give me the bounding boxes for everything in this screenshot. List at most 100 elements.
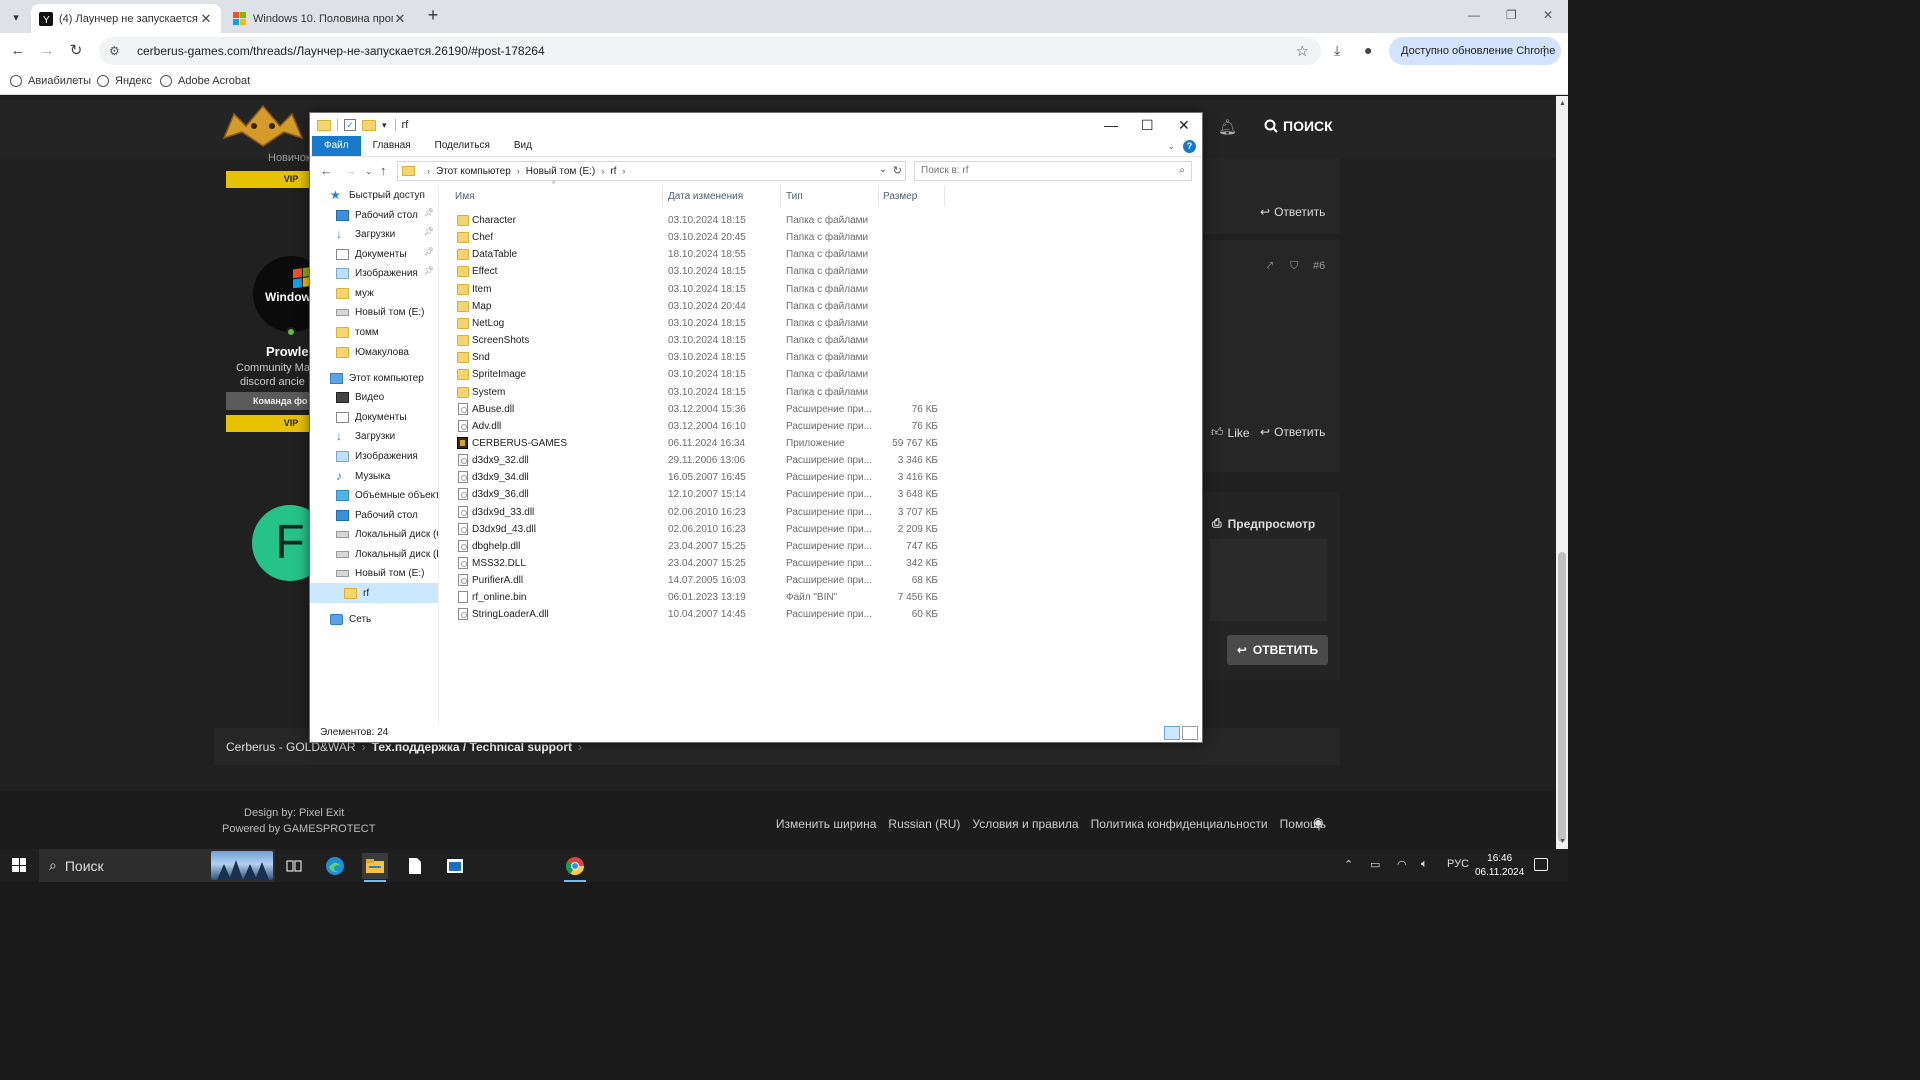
nav-item[interactable]: Документы 📌︎ — [310, 244, 438, 264]
file-row[interactable]: PurifierA.dll 14.07.2005 16:03 Расширение … — [446, 572, 946, 589]
edge-icon[interactable] — [322, 853, 348, 879]
file-row[interactable]: Effect 03.10.2024 18:15 Папка с файлами — [446, 263, 946, 280]
username[interactable]: Prowle — [266, 344, 309, 359]
refresh-icon[interactable]: ↻ — [893, 164, 902, 177]
tab-search-button[interactable]: ▾ — [5, 6, 27, 28]
file-row[interactable]: dbghelp.dll 23.04.2007 15:25 Расширение пр… — [446, 538, 946, 555]
new-tab-button[interactable]: + — [424, 6, 442, 25]
bell-icon[interactable]: 🔔︎ — [1218, 118, 1237, 136]
reply-link[interactable]: ↩ Ответить — [1260, 205, 1325, 219]
nav-item[interactable]: Новый том (E:) — [310, 302, 438, 322]
file-row[interactable]: CERBERUS-GAMES 06.11.2024 16:34 Приложение… — [446, 435, 946, 452]
file-row[interactable]: d3dx9_36.dll 12.10.2007 15:14 Расширение п… — [446, 486, 946, 503]
back-button[interactable]: ← — [8, 41, 28, 61]
nav-item[interactable]: ↓ Загрузки 📌︎ — [310, 224, 438, 244]
nav-item[interactable]: ♪ Музыка — [310, 466, 438, 486]
nav-item[interactable]: муж — [310, 283, 438, 303]
nav-item[interactable]: Рабочий стол — [310, 505, 438, 525]
device-icon[interactable]: ▭ — [1370, 858, 1380, 871]
minimize-icon[interactable]: — — [1468, 8, 1480, 22]
file-row[interactable]: MSS32.DLL 23.04.2007 15:25 Расширение при.… — [446, 555, 946, 572]
notification-center-icon[interactable] — [1534, 858, 1548, 871]
task-view-icon[interactable] — [281, 853, 307, 879]
file-row[interactable]: ABuse.dll 03.12.2004 15:36 Расширение при.… — [446, 401, 946, 418]
nav-item[interactable]: Рабочий стол 📌︎ — [310, 205, 438, 225]
page-scrollbar[interactable]: ▲ ▼ — [1556, 96, 1568, 849]
app-window-icon[interactable] — [442, 853, 468, 879]
address-segment[interactable]: rf — [610, 166, 616, 177]
file-row[interactable]: Character 03.10.2024 18:15 Папка с файлами — [446, 212, 946, 229]
rss-icon[interactable]: ◉ — [1313, 815, 1323, 829]
file-row[interactable]: d3dx9d_33.dll 02.06.2010 16:23 Расширение … — [446, 504, 946, 521]
nav-item[interactable]: Сеть — [310, 609, 438, 629]
file-row[interactable]: Chef 03.10.2024 20:45 Папка с файлами — [446, 229, 946, 246]
search-button[interactable]: ПОИСК — [1264, 118, 1333, 134]
up-arrow-icon[interactable]: ↑ — [380, 163, 387, 178]
file-row[interactable]: Item 03.10.2024 18:15 Папка с файлами — [446, 281, 946, 298]
download-icon[interactable]: ⤓ — [1334, 42, 1340, 59]
nav-item[interactable]: Локальный диск (C — [310, 524, 438, 544]
address-segment[interactable]: Новый том (E:) — [526, 166, 595, 177]
nav-item[interactable]: Видео — [310, 387, 438, 407]
cerberus-logo-icon[interactable] — [220, 104, 306, 148]
nav-item[interactable]: ↓ Загрузки — [310, 426, 438, 446]
column-date[interactable]: Дата изменения — [668, 191, 743, 202]
bookmark-star-icon[interactable]: ☆ — [1296, 42, 1309, 60]
taskbar-search[interactable]: ⌕ Поиск — [39, 849, 275, 882]
scroll-down-icon[interactable]: ▼ — [1559, 838, 1566, 845]
address-segment[interactable]: Этот компьютер — [436, 166, 511, 177]
explorer-search-input[interactable]: Поиск в: rf ⌕ — [914, 161, 1192, 181]
file-row[interactable]: D3dx9d_43.dll 02.06.2010 16:23 Расширение … — [446, 521, 946, 538]
url-text[interactable]: cerberus-games.com/threads/Лаунчер-не-за… — [137, 44, 545, 58]
footer-link[interactable]: Изменить ширина — [776, 817, 876, 831]
reply-submit-button[interactable]: ↩ ОТВЕТИТЬ — [1227, 635, 1328, 665]
tab-windows[interactable]: Windows 10. Половина програ ✕ — [225, 4, 415, 33]
tab-home[interactable]: Главная — [361, 136, 423, 156]
tray-chevron-up-icon[interactable]: ⌃ — [1344, 858, 1353, 871]
tab-share[interactable]: Поделиться — [423, 136, 502, 156]
file-row[interactable]: d3dx9_34.dll 16.05.2007 16:45 Расширение п… — [446, 469, 946, 486]
help-icon[interactable]: ? — [1183, 140, 1196, 153]
forward-arrow-icon[interactable]: → — [344, 163, 357, 178]
menu-dots-icon[interactable]: ⋮ — [1538, 43, 1551, 59]
file-row[interactable]: Snd 03.10.2024 18:15 Папка с файлами — [446, 349, 946, 366]
language-indicator[interactable]: РУС — [1447, 858, 1469, 870]
footer-link[interactable]: Политика конфиденциальности — [1091, 817, 1268, 831]
restore-icon[interactable]: ❐ — [1506, 8, 1517, 22]
tab-view[interactable]: Вид — [502, 136, 544, 156]
chrome-icon[interactable] — [562, 853, 588, 882]
customize-dropdown-icon[interactable]: ▾ — [382, 120, 387, 131]
back-arrow-icon[interactable]: ← — [320, 163, 333, 178]
file-row[interactable]: Adv.dll 03.12.2004 16:10 Расширение при...… — [446, 418, 946, 435]
nav-item[interactable]: ★ Быстрый доступ — [310, 185, 438, 205]
bookmark-icon[interactable]: ⛉ — [1290, 260, 1298, 273]
file-explorer-taskbar-icon[interactable] — [362, 853, 388, 882]
file-row[interactable]: StringLoaderA.dll 10.04.2007 14:45 Расшире… — [446, 606, 946, 623]
address-bar[interactable]: ⚙ cerberus-games.com/threads/Лаунчер-не-… — [99, 37, 1321, 65]
footer-link[interactable]: Russian (RU) — [888, 817, 960, 831]
post-number[interactable]: #6 — [1313, 260, 1325, 272]
profile-icon[interactable]: ● — [1364, 42, 1372, 58]
wifi-icon[interactable]: ◠ — [1397, 858, 1407, 871]
nav-item[interactable]: Локальный диск (D — [310, 544, 438, 564]
like-button[interactable]: 👍︎ Like — [1211, 425, 1250, 440]
column-name[interactable]: Имя — [455, 191, 474, 202]
minimize-icon[interactable]: — — [1104, 117, 1118, 133]
file-row[interactable]: DataTable 18.10.2024 18:55 Папка с файлами — [446, 246, 946, 263]
details-view-icon[interactable] — [1164, 726, 1180, 740]
bookmark-item[interactable]: Adobe Acrobat — [160, 75, 250, 87]
search-highlight-image[interactable] — [211, 851, 273, 880]
expand-ribbon-icon[interactable]: ⌄ — [1167, 141, 1175, 152]
reply-link[interactable]: ↩ Ответить — [1260, 425, 1325, 439]
nav-item[interactable]: Этот компьютер — [310, 368, 438, 388]
file-row[interactable]: System 03.10.2024 18:15 Папка с файлами — [446, 384, 946, 401]
nav-item[interactable]: rf — [310, 583, 438, 603]
scroll-up-icon[interactable]: ▲ — [1559, 100, 1566, 107]
close-window-icon[interactable]: ✕ — [1543, 8, 1553, 22]
file-row[interactable]: rf_online.bin 06.01.2023 13:19 Файл "BIN" 7… — [446, 589, 946, 606]
clock[interactable]: 16:46 06.11.2024 — [1475, 852, 1524, 880]
file-row[interactable]: d3dx9_32.dll 29.11.2006 13:06 Расширение п… — [446, 452, 946, 469]
close-icon[interactable]: ✕ — [393, 11, 407, 27]
bookmark-item[interactable]: Яндекс — [97, 75, 152, 87]
notepad-icon[interactable] — [402, 853, 428, 879]
